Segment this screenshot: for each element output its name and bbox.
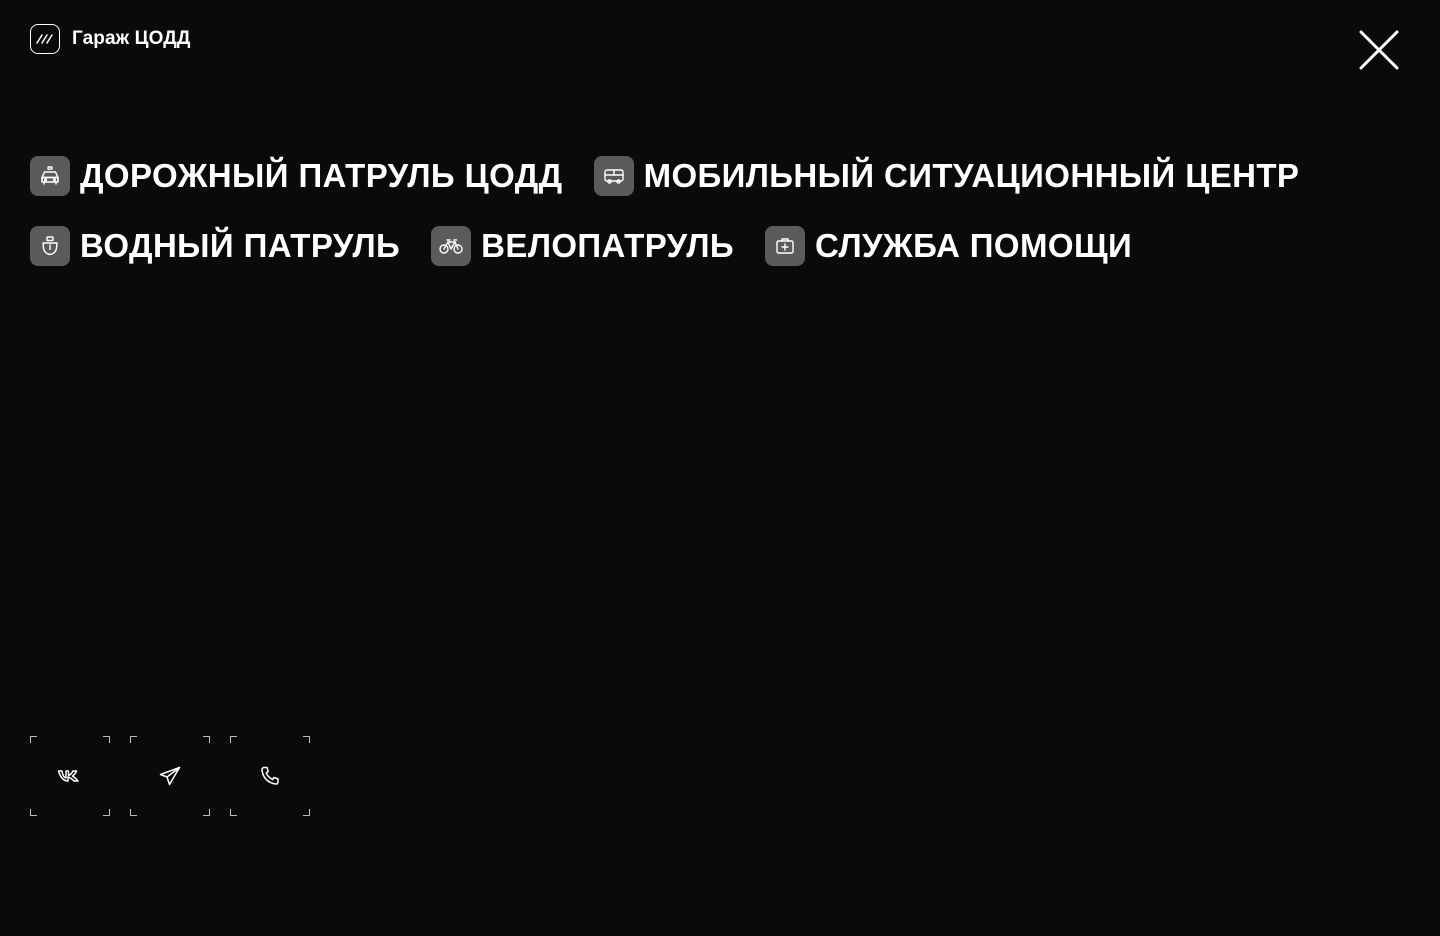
corner-mark	[30, 736, 37, 743]
slashes-logo-icon	[30, 24, 60, 54]
nav-item-label: Служба помощи	[815, 227, 1133, 264]
nav-item-water-patrol[interactable]: Водный патруль	[30, 226, 400, 266]
telegram-icon	[159, 766, 181, 786]
bicycle-icon	[431, 226, 472, 266]
nav-item-road-patrol[interactable]: Дорожный патруль ЦОДД	[30, 156, 563, 196]
bus-icon	[593, 156, 634, 196]
corner-mark	[230, 736, 237, 743]
close-button[interactable]	[1357, 28, 1401, 72]
corner-mark	[303, 809, 310, 816]
first-aid-kit-icon	[765, 226, 806, 266]
logo-link[interactable]: Гараж ЦОДД	[30, 24, 191, 54]
main-navigation: Дорожный патруль ЦОДД Мобильный ситуацио…	[30, 156, 1410, 296]
corner-mark	[203, 736, 210, 743]
phone-icon	[261, 766, 279, 785]
corner-mark	[230, 809, 237, 816]
car-icon	[30, 156, 70, 196]
logo-text: Гараж ЦОДД	[72, 28, 191, 49]
corner-mark	[203, 809, 210, 816]
nav-item-bike-patrol[interactable]: Велопатруль	[431, 226, 734, 266]
nav-item-mobile-center[interactable]: Мобильный ситуационный центр	[593, 156, 1300, 196]
corner-mark	[130, 809, 137, 816]
nav-item-label: Водный патруль	[80, 227, 401, 264]
corner-mark	[103, 809, 110, 816]
boat-icon	[30, 226, 70, 266]
social-links	[30, 736, 310, 816]
corner-mark	[303, 736, 310, 743]
corner-mark	[30, 809, 37, 816]
nav-item-label: Дорожный патруль ЦОДД	[80, 157, 563, 194]
corner-mark	[130, 736, 137, 743]
vk-button[interactable]	[30, 736, 110, 816]
corner-mark	[103, 736, 110, 743]
phone-button[interactable]	[230, 736, 310, 816]
nav-item-label: Мобильный ситуационный центр	[643, 157, 1300, 194]
nav-item-label: Велопатруль	[481, 227, 735, 264]
telegram-button[interactable]	[130, 736, 210, 816]
nav-item-help-service[interactable]: Служба помощи	[765, 226, 1132, 266]
vk-icon	[57, 770, 79, 782]
close-icon	[1359, 30, 1399, 70]
nav-row: Водный патруль Велопатруль	[30, 226, 1410, 266]
menu-overlay: Гараж ЦОДД ДОРОЖНЫЙ ПАТРУЛЬ ЦОДД МОБИЛЬН…	[0, 0, 1440, 936]
nav-row: Дорожный патруль ЦОДД Мобильный ситуацио…	[30, 156, 1410, 196]
